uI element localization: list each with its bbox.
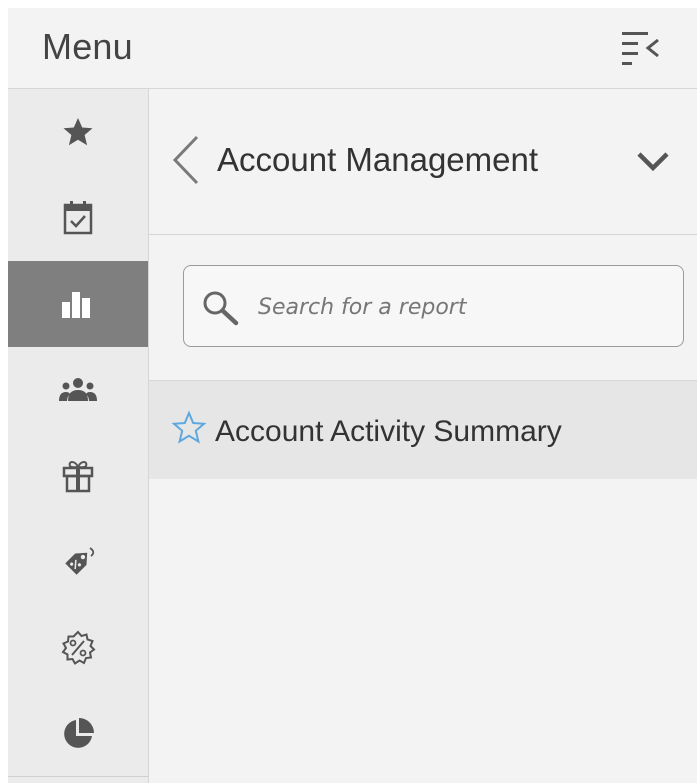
rail-item-discounts[interactable] [8,605,148,691]
list-item[interactable]: Account Activity Summary [149,381,697,479]
section-header: Account Management [149,89,697,235]
menu-title: Menu [42,26,133,67]
reports-panel: Account Management Account Activity Summ… [149,89,697,783]
rail-item-schedule[interactable] [8,175,148,261]
search-input[interactable] [256,284,670,330]
discount-tag-icon [65,547,95,575]
rail-item-reports[interactable] [8,261,148,347]
rail-item-promotions[interactable] [8,519,148,605]
percent-badge-icon [61,630,96,665]
chevron-left-icon [172,135,199,185]
calendar-check-icon [63,201,93,235]
collapse-menu-button[interactable] [620,28,666,68]
rail-item-customers[interactable] [8,347,148,433]
report-list: Account Activity Summary [149,380,697,479]
menu-header: Menu [8,8,697,89]
expand-section-button[interactable] [635,149,671,175]
menu-panel: Menu Account Management Search for a rep… [8,8,697,783]
icon-rail [8,89,149,783]
rail-item-gift-cards[interactable] [8,433,148,519]
rail-item-favorites[interactable] [8,89,148,175]
back-button[interactable] [169,135,203,185]
report-search-box[interactable] [183,265,684,347]
search-icon [203,291,239,326]
star-outline-icon[interactable] [171,411,207,445]
section-title: Account Management [217,141,539,178]
bar-chart-icon [62,292,90,318]
collapse-menu-icon [622,32,659,65]
rail-divider [8,776,148,777]
star-icon [63,118,93,146]
chevron-down-icon [637,152,669,172]
rail-item-analytics[interactable] [8,691,148,777]
people-icon [59,378,97,401]
report-label: Account Activity Summary [215,415,562,448]
gift-icon [62,461,94,493]
pie-chart-icon [64,718,94,748]
